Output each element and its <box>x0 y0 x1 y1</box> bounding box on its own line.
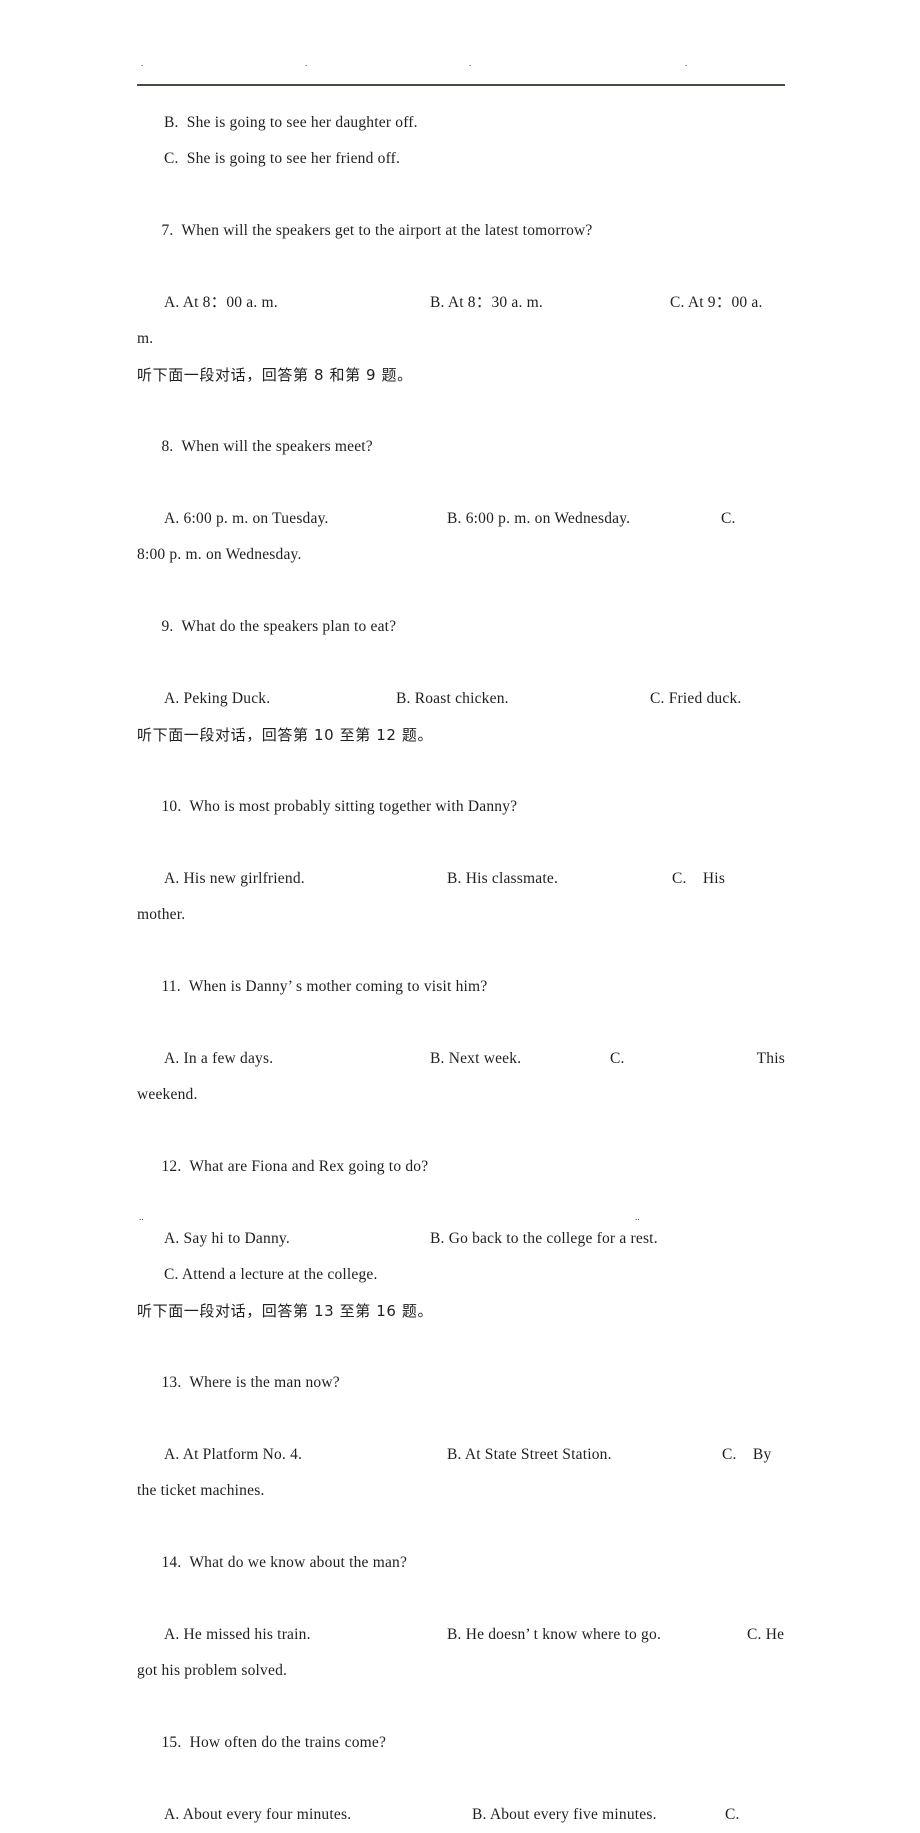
option-b: B. Next week. <box>430 1050 522 1067</box>
option-continuation: m. <box>137 330 154 347</box>
question-number: 8. <box>161 438 174 455</box>
option-a: A. Peking Duck. <box>164 690 271 707</box>
question-text: When is Danny’ s mother coming to visit … <box>188 978 488 995</box>
question-text: What are Fiona and Rex going to do? <box>189 1158 429 1175</box>
option-continuation: 8:00 p. m. on Wednesday. <box>137 546 302 563</box>
option-row: C. She is going to see her friend off. <box>137 141 785 177</box>
header-divider-rule <box>137 84 785 86</box>
option-row: A. At Platform No. 4. B. At State Street … <box>137 1437 785 1473</box>
footer-mark-2: .. <box>635 1212 640 1222</box>
option-a: A. At 8：00 a. m. <box>164 294 278 311</box>
question-number: 7. <box>161 222 174 239</box>
option-c: C. By <box>722 1446 772 1463</box>
option-a: A. His new girlfriend. <box>164 870 305 887</box>
option-c: C. <box>610 1050 625 1067</box>
option-c: C. <box>721 510 736 527</box>
option-row: A. About every four minutes. B. About eve… <box>137 1797 785 1833</box>
header-tick-1: . <box>141 58 144 68</box>
option-continuation: the ticket machines. <box>137 1482 265 1499</box>
listening-direction: 听下面一段对话，回答第 10 至第 12 题。 <box>137 726 434 744</box>
option-c: C. Fried duck. <box>650 690 742 707</box>
question-stem: 7. When will the speakers get to the air… <box>137 177 785 285</box>
header-tick-4: . <box>685 58 688 68</box>
question-stem: 8. When will the speakers meet? <box>137 393 785 501</box>
option-row: A. 6:00 p. m. on Tuesday. B. 6:00 p. m. o… <box>137 501 785 537</box>
question-stem: 9. What do the speakers plan to eat? <box>137 573 785 681</box>
option-row: A. Peking Duck. B. Roast chicken. C. Fried… <box>137 681 785 717</box>
option-a: A. About every four minutes. <box>164 1806 352 1823</box>
question-stem: 12. What are Fiona and Rex going to do? <box>137 1113 785 1221</box>
option-c-tail: This <box>756 1050 785 1067</box>
option-c-label-text: C. <box>164 150 179 167</box>
document-body: B. She is going to see her daughter off.… <box>137 105 785 1833</box>
header-tick-marks: . . . . <box>137 58 785 72</box>
question-stem: 10. Who is most probably sitting togethe… <box>137 753 785 861</box>
option-b: B. His classmate. <box>447 870 559 887</box>
option-b: B. About every five minutes. <box>472 1806 657 1823</box>
question-number: 15. <box>161 1734 182 1751</box>
page-footer: .. .. <box>137 1212 785 1232</box>
option-row: A. In a few days. B. Next week. C. This <box>137 1041 785 1077</box>
option-continuation: mother. <box>137 906 186 923</box>
listening-direction: 听下面一段对话，回答第 13 至第 16 题。 <box>137 1302 434 1320</box>
document-page: . . . . B. She is going to see her daugh… <box>0 0 920 1823</box>
option-row: A. He missed his train. B. He doesn’ t kn… <box>137 1617 785 1653</box>
question-text: What do the speakers plan to eat? <box>181 618 397 635</box>
option-b: B. He doesn’ t know where to go. <box>447 1626 662 1643</box>
option-c: C. At 9：00 a. <box>670 294 763 311</box>
option-c-text: She is going to see her friend off. <box>186 150 401 167</box>
question-stem: 11. When is Danny’ s mother coming to vi… <box>137 933 785 1041</box>
option-c: C. He <box>747 1626 785 1643</box>
page-header: . . . . <box>137 58 785 88</box>
question-number: 9. <box>161 618 174 635</box>
question-text: How often do the trains come? <box>189 1734 387 1751</box>
option-row: C. Attend a lecture at the college. <box>137 1257 785 1293</box>
question-number: 12. <box>161 1158 182 1175</box>
option-b: B. At State Street Station. <box>447 1446 612 1463</box>
option-b: B. 6:00 p. m. on Wednesday. <box>447 510 631 527</box>
question-stem: 14. What do we know about the man? <box>137 1509 785 1617</box>
option-b: B. At 8：30 a. m. <box>430 294 543 311</box>
option-b: B. Roast chicken. <box>396 690 509 707</box>
question-text: Where is the man now? <box>189 1374 340 1391</box>
header-tick-2: . <box>305 58 308 68</box>
question-stem: 13. Where is the man now? <box>137 1329 785 1437</box>
option-row: A. His new girlfriend. B. His classmate. C… <box>137 861 785 897</box>
option-continuation: weekend. <box>137 1086 198 1103</box>
footer-mark-1: .. <box>139 1212 144 1222</box>
question-text: What do we know about the man? <box>189 1554 408 1571</box>
option-c: C. His <box>672 870 726 887</box>
option-continuation: got his problem solved. <box>137 1662 288 1679</box>
option-b-label-text: B. <box>164 114 179 131</box>
question-number: 11. <box>161 978 181 995</box>
option-row: A. At 8：00 a. m. B. At 8：30 a. m. C. At 9：… <box>137 285 785 321</box>
option-a: A. At Platform No. 4. <box>164 1446 303 1463</box>
question-number: 14. <box>161 1554 182 1571</box>
option-a: A. He missed his train. <box>164 1626 311 1643</box>
option-c: C. Attend a lecture at the college. <box>164 1266 378 1283</box>
listening-direction: 听下面一段对话，回答第 8 和第 9 题。 <box>137 366 413 384</box>
question-text: Who is most probably sitting together wi… <box>189 798 518 815</box>
question-text: When will the speakers get to the airpor… <box>181 222 593 239</box>
question-number: 10. <box>161 798 182 815</box>
option-b-text: She is going to see her daughter off. <box>186 114 418 131</box>
option-a: A. 6:00 p. m. on Tuesday. <box>164 510 329 527</box>
question-text: When will the speakers meet? <box>181 438 373 455</box>
header-tick-3: . <box>469 58 472 68</box>
option-row: B. She is going to see her daughter off. <box>137 105 785 141</box>
option-c: C. <box>725 1806 740 1823</box>
option-a: A. In a few days. <box>164 1050 274 1067</box>
question-stem: 15. How often do the trains come? <box>137 1689 785 1797</box>
question-number: 13. <box>161 1374 182 1391</box>
